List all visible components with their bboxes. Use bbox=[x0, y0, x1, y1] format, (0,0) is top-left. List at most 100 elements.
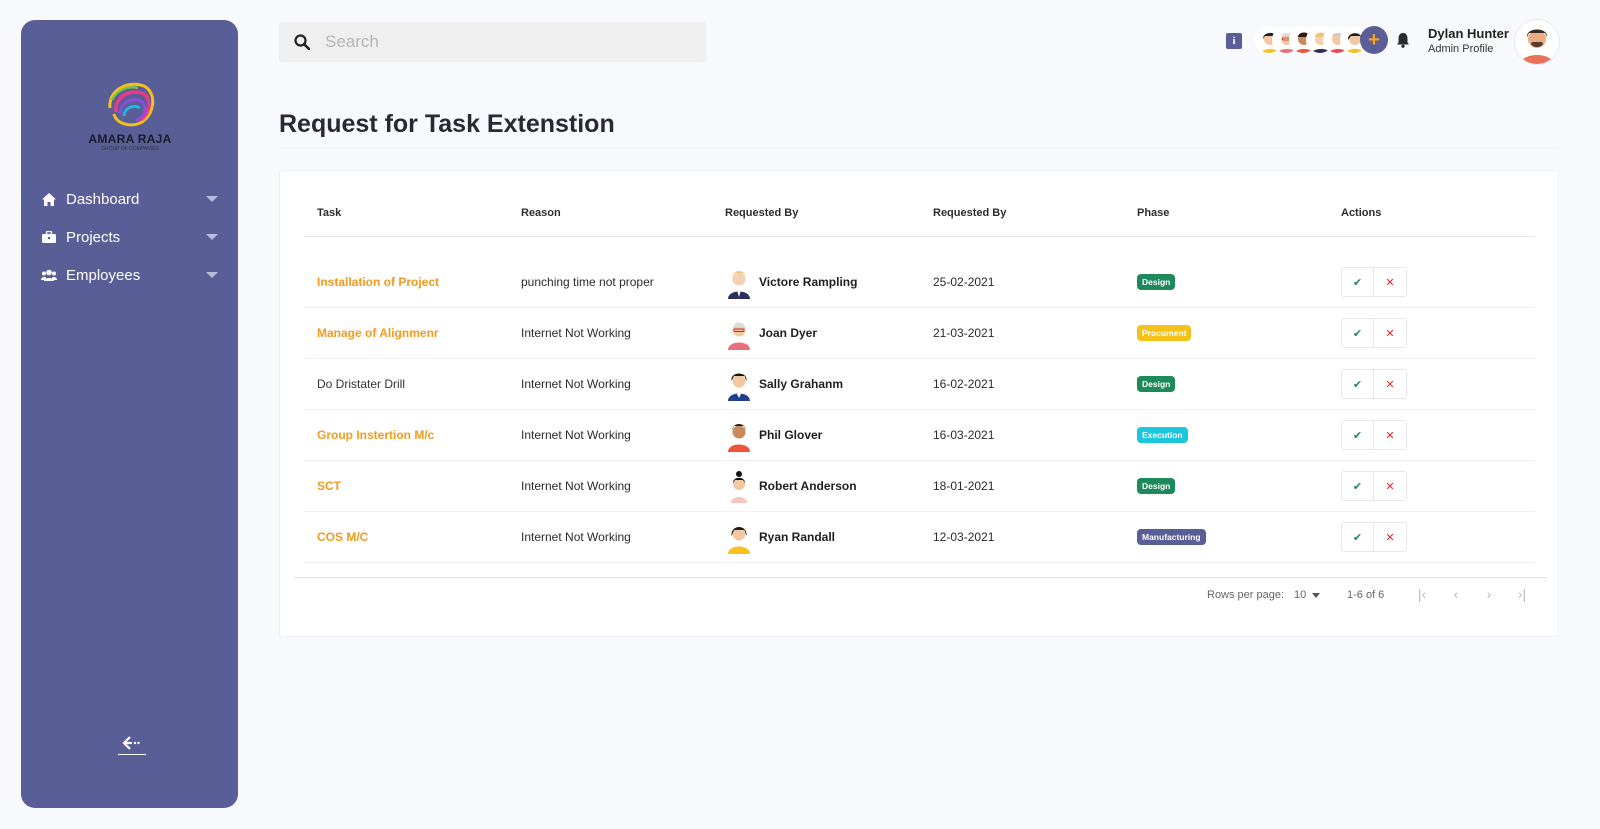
row-actions: ✔ ✕ bbox=[1341, 257, 1407, 307]
sidebar-item-dashboard[interactable]: Dashboard bbox=[40, 186, 218, 212]
reason-cell: Internet Not Working bbox=[521, 428, 631, 442]
requester-name: Robert Anderson bbox=[759, 479, 857, 493]
logo-swirl-icon bbox=[108, 82, 155, 127]
table-row[interactable]: Group Instertion M/c Internet Not Workin… bbox=[304, 410, 1535, 461]
column-header-reason[interactable]: Reason bbox=[521, 207, 561, 219]
sidebar-item-label: Employees bbox=[66, 266, 141, 284]
reject-button[interactable]: ✕ bbox=[1374, 318, 1407, 348]
phase-cell: Design bbox=[1137, 359, 1176, 409]
sidebar-collapse-button[interactable] bbox=[117, 736, 147, 760]
chevron-down-icon[interactable] bbox=[206, 272, 218, 278]
info-icon[interactable]: i bbox=[1226, 33, 1242, 49]
requester-cell: Victore Rampling bbox=[725, 257, 857, 307]
check-icon: ✔ bbox=[1352, 531, 1363, 544]
reason-cell: Internet Not Working bbox=[521, 479, 631, 493]
brand-name: AMARA RAJA bbox=[88, 132, 172, 146]
close-icon: ✕ bbox=[1385, 429, 1395, 442]
user-info[interactable]: Dylan Hunter Admin Profile bbox=[1428, 26, 1509, 55]
brand-logo[interactable]: AMARA RAJA GROUP OF COMPANIES bbox=[85, 78, 175, 178]
reject-button[interactable]: ✕ bbox=[1374, 522, 1407, 552]
approve-button[interactable]: ✔ bbox=[1341, 471, 1374, 501]
reject-button[interactable]: ✕ bbox=[1374, 267, 1407, 297]
approve-button[interactable]: ✔ bbox=[1341, 267, 1374, 297]
divider bbox=[118, 754, 146, 755]
approve-button[interactable]: ✔ bbox=[1341, 522, 1374, 552]
sidebar-item-label: Dashboard bbox=[66, 190, 140, 208]
approve-button[interactable]: ✔ bbox=[1341, 369, 1374, 399]
column-header-requested-date[interactable]: Requested By bbox=[933, 207, 1006, 219]
team-avatars[interactable]: + bbox=[1255, 26, 1388, 58]
check-icon: ✔ bbox=[1352, 378, 1363, 391]
phase-badge: Manufacturing bbox=[1137, 529, 1206, 545]
column-header-requested-by[interactable]: Requested By bbox=[725, 207, 798, 219]
requester-name: Joan Dyer bbox=[759, 326, 818, 340]
row-actions: ✔ ✕ bbox=[1341, 461, 1407, 511]
row-actions: ✔ ✕ bbox=[1341, 512, 1407, 562]
column-header-task[interactable]: Task bbox=[317, 207, 341, 219]
close-icon: ✕ bbox=[1385, 378, 1395, 391]
phase-cell: Design bbox=[1137, 257, 1176, 307]
task-link[interactable]: Manage of Alignmenr bbox=[317, 308, 439, 358]
sidebar-item-employees[interactable]: Employees bbox=[40, 262, 218, 288]
requester-name: Sally Grahanm bbox=[759, 377, 844, 391]
phase-badge: Execution bbox=[1137, 427, 1188, 443]
date-cell: 25-02-2021 bbox=[933, 275, 995, 289]
rows-per-page-select[interactable]: 10 bbox=[1294, 589, 1321, 601]
column-header-phase[interactable]: Phase bbox=[1137, 207, 1169, 219]
approve-button[interactable]: ✔ bbox=[1341, 318, 1374, 348]
users-icon bbox=[40, 266, 58, 284]
home-icon bbox=[40, 190, 58, 208]
phase-badge: Design bbox=[1137, 478, 1176, 494]
phase-badge: Design bbox=[1137, 376, 1176, 392]
requester-name: Ryan Randall bbox=[759, 530, 836, 544]
divider bbox=[279, 147, 1559, 148]
avatar bbox=[728, 271, 750, 299]
sidebar-item-label: Projects bbox=[66, 228, 121, 246]
user-avatar[interactable] bbox=[1515, 20, 1559, 64]
last-page-icon[interactable]: ›| bbox=[1512, 584, 1532, 604]
previous-page-icon[interactable]: ‹ bbox=[1446, 584, 1466, 604]
table-row[interactable]: Do Dristater Drill Internet Not Working … bbox=[304, 359, 1535, 410]
add-member-button[interactable]: + bbox=[1360, 26, 1388, 54]
phase-cell: Execution bbox=[1137, 410, 1188, 460]
phase-badge: Procument bbox=[1137, 325, 1192, 341]
page-title: Request for Task Extenstion bbox=[279, 110, 615, 138]
requester-cell: Joan Dyer bbox=[725, 308, 817, 358]
chevron-down-icon[interactable] bbox=[206, 196, 218, 202]
sidebar-item-projects[interactable]: Projects bbox=[40, 224, 218, 250]
reason-cell: punching time not proper bbox=[521, 275, 654, 289]
reason-cell: Internet Not Working bbox=[521, 326, 631, 340]
approve-button[interactable]: ✔ bbox=[1341, 420, 1374, 450]
bell-icon[interactable] bbox=[1396, 32, 1410, 53]
reason-cell: Internet Not Working bbox=[521, 530, 631, 544]
avatar bbox=[728, 322, 750, 350]
chevron-down-icon[interactable] bbox=[206, 234, 218, 240]
pagination-range: 1-6 of 6 bbox=[1347, 589, 1385, 601]
search-bar[interactable] bbox=[279, 22, 706, 62]
next-page-icon[interactable]: › bbox=[1479, 584, 1499, 604]
table-row[interactable]: COS M/C Internet Not Working Ryan Randal… bbox=[304, 512, 1535, 563]
brand-tagline: GROUP OF COMPANIES bbox=[101, 146, 159, 152]
table-row[interactable]: Manage of Alignmenr Internet Not Working… bbox=[304, 308, 1535, 359]
task-link[interactable]: Installation of Project bbox=[317, 257, 439, 307]
search-icon[interactable] bbox=[279, 34, 325, 50]
rows-per-page-label: Rows per page: bbox=[1207, 589, 1285, 601]
reject-button[interactable]: ✕ bbox=[1374, 471, 1407, 501]
table-header: Task Reason Requested By Requested By Ph… bbox=[304, 199, 1535, 237]
task-link[interactable]: COS M/C bbox=[317, 512, 368, 562]
search-input[interactable] bbox=[325, 32, 685, 52]
task-link[interactable]: Group Instertion M/c bbox=[317, 410, 434, 460]
first-page-icon[interactable]: |‹ bbox=[1412, 584, 1432, 604]
task-link[interactable]: Do Dristater Drill bbox=[317, 359, 405, 409]
close-icon: ✕ bbox=[1385, 480, 1395, 493]
user-name: Dylan Hunter bbox=[1428, 26, 1509, 41]
phase-cell: Manufacturing bbox=[1137, 512, 1206, 562]
reject-button[interactable]: ✕ bbox=[1374, 369, 1407, 399]
requester-name: Victore Rampling bbox=[759, 275, 858, 289]
table-row[interactable]: SCT Internet Not Working Robert Anderson… bbox=[304, 461, 1535, 512]
row-actions: ✔ ✕ bbox=[1341, 308, 1407, 358]
table-row[interactable]: Installation of Project punching time no… bbox=[304, 257, 1535, 308]
task-link[interactable]: SCT bbox=[317, 461, 341, 511]
reject-button[interactable]: ✕ bbox=[1374, 420, 1407, 450]
check-icon: ✔ bbox=[1352, 429, 1363, 442]
